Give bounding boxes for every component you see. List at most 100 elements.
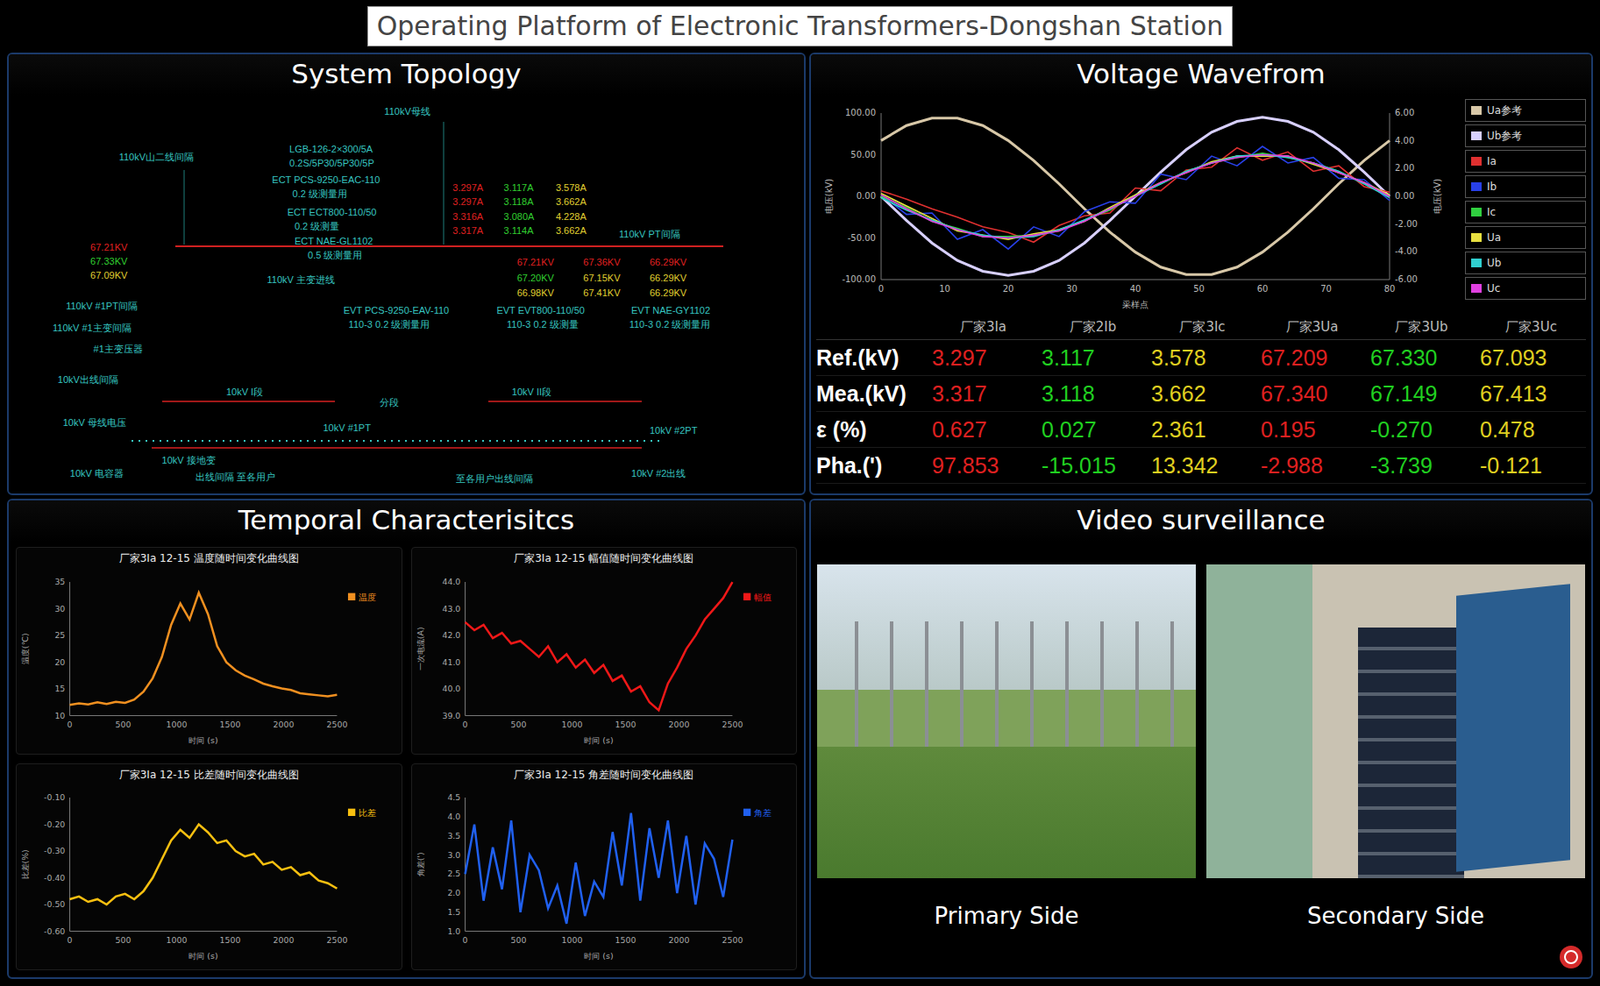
topology-label: 110-3 0.2 级测量 bbox=[506, 319, 579, 331]
axis-tick: 0 bbox=[878, 284, 884, 294]
legend-item[interactable]: Ub参考 bbox=[1464, 124, 1586, 148]
table-cell: 3.662 bbox=[1147, 376, 1258, 413]
legend-item[interactable]: Ic bbox=[1464, 200, 1586, 224]
axis-tick: 1000 bbox=[561, 935, 583, 946]
y-axis bbox=[69, 582, 71, 716]
rack bbox=[1358, 627, 1465, 879]
axis-tick: -0.20 bbox=[43, 819, 65, 830]
axis-tick: 2500 bbox=[721, 719, 743, 730]
axis-tick: 1500 bbox=[614, 935, 636, 946]
legend-label: 温度 bbox=[358, 591, 377, 603]
topology-label: 0.2 级测量 bbox=[294, 220, 340, 233]
table-cell: 97.853 bbox=[928, 448, 1039, 484]
waveform-line bbox=[881, 155, 1390, 239]
legend-item[interactable]: Ia bbox=[1464, 149, 1586, 173]
topology-label: 3.662A bbox=[555, 196, 587, 208]
video-feed[interactable]: Primary Side bbox=[817, 564, 1196, 931]
topology-label: 10kV #1PT bbox=[323, 422, 371, 434]
axis-tick: 0 bbox=[462, 719, 468, 730]
table-cell: 67.340 bbox=[1257, 376, 1367, 413]
legend-swatch bbox=[1471, 284, 1482, 293]
axis-tick: 500 bbox=[510, 719, 527, 730]
bus-line bbox=[175, 245, 724, 248]
link-line bbox=[184, 170, 185, 245]
series-line bbox=[464, 582, 733, 711]
wall bbox=[1206, 564, 1313, 879]
title-bar: Operating Platform of Electronic Transfo… bbox=[0, 0, 1600, 53]
legend-label: Ib bbox=[1486, 180, 1497, 193]
axis-tick: 42.0 bbox=[441, 630, 461, 640]
axis-tick: 10 bbox=[54, 710, 65, 720]
line-chart: 4.54.03.53.02.52.01.51.00500100015002000… bbox=[412, 783, 797, 970]
topology-label: 10kV 母线电压 bbox=[63, 417, 127, 429]
topology-label: 67.15KV bbox=[583, 272, 620, 285]
axis-tick: 500 bbox=[115, 935, 132, 946]
topology-label: 67.20KV bbox=[517, 272, 555, 285]
topology-label: 3.297A bbox=[452, 182, 484, 194]
topology-label: 0.2S/5P30/5P30/5P bbox=[289, 157, 375, 170]
legend-item[interactable]: Ub bbox=[1464, 251, 1586, 275]
table-cell: 3.118 bbox=[1038, 376, 1148, 413]
line-chart: -0.10-0.20-0.30-0.40-0.50-0.600500100015… bbox=[16, 783, 402, 970]
legend-item[interactable]: Uc bbox=[1464, 277, 1586, 300]
axis-tick: 1.5 bbox=[447, 907, 461, 918]
topology-label: 67.41KV bbox=[583, 287, 620, 299]
table-cell: -0.121 bbox=[1476, 448, 1586, 484]
axis-tick: 500 bbox=[115, 719, 132, 730]
legend-swatch bbox=[1471, 207, 1482, 217]
chart-title: 厂家3Ia 12-15 幅值随时间变化曲线图 bbox=[412, 547, 797, 569]
axis-label: 时间 (s) bbox=[583, 735, 613, 746]
topology-label: 3.118A bbox=[504, 196, 534, 208]
topology-label: 110kV山二线间隔 bbox=[119, 151, 194, 164]
row-label: Mea.(kV) bbox=[816, 376, 929, 413]
axis-tick: 100.00 bbox=[845, 107, 876, 118]
table-corner bbox=[816, 314, 929, 341]
axis-tick: 2.5 bbox=[447, 869, 461, 880]
axis-tick: -6.00 bbox=[1394, 274, 1418, 285]
column-header: 厂家2Ib bbox=[1038, 314, 1148, 341]
legend-swatch bbox=[742, 592, 750, 600]
platform-screen: Operating Platform of Electronic Transfo… bbox=[0, 0, 1600, 986]
feed-caption: Secondary Side bbox=[1307, 903, 1485, 931]
table-cell: 67.093 bbox=[1476, 340, 1586, 377]
axis-tick: 40 bbox=[1130, 284, 1142, 294]
topology-panel: System Topology110kV母线110kV山二线间隔LGB-126-… bbox=[7, 52, 806, 496]
temporal-panel: Temporal Characterisitcs厂家3Ia 12-15 温度随时… bbox=[7, 498, 806, 980]
dashboard-grid: System Topology110kV母线110kV山二线间隔LGB-126-… bbox=[0, 52, 1600, 986]
axis-tick: 3.0 bbox=[447, 850, 461, 861]
legend-item[interactable]: Ua参考 bbox=[1464, 99, 1586, 122]
axis-tick: -4.00 bbox=[1394, 247, 1418, 257]
topology-label: 分段 bbox=[379, 397, 399, 409]
video-feed[interactable]: Secondary Side bbox=[1206, 564, 1586, 931]
row-label: ε (%) bbox=[816, 412, 929, 448]
topology-label: 110kV PT间隔 bbox=[618, 228, 681, 241]
axis-label: 时间 (s) bbox=[188, 735, 218, 746]
table-cell: 3.117 bbox=[1038, 340, 1148, 377]
axis-tick: 2000 bbox=[273, 935, 295, 946]
table-cell: 13.342 bbox=[1147, 448, 1258, 484]
legend-item[interactable]: Ib bbox=[1464, 175, 1586, 199]
axis-tick: 30 bbox=[54, 604, 65, 614]
topology-label: EVT EVT800-110/50 bbox=[496, 305, 585, 317]
axis-tick: 0.00 bbox=[856, 191, 876, 201]
table-cell: -0.270 bbox=[1366, 412, 1477, 448]
axis-tick: 40.0 bbox=[441, 683, 461, 694]
axis-tick: -100.00 bbox=[841, 274, 876, 285]
legend-item[interactable]: Ua bbox=[1464, 226, 1586, 249]
series-line bbox=[464, 813, 733, 925]
y-axis bbox=[69, 797, 71, 932]
axis-tick: 1500 bbox=[220, 935, 242, 946]
video-frame[interactable] bbox=[817, 564, 1196, 879]
topology-label: 67.21KV bbox=[517, 256, 555, 269]
legend-swatch bbox=[348, 592, 356, 600]
axis-tick: -0.60 bbox=[43, 926, 65, 937]
video-frame[interactable] bbox=[1206, 564, 1586, 879]
axis-tick: 50.00 bbox=[850, 149, 876, 160]
topology-label: 110kV母线 bbox=[384, 106, 430, 118]
topology-label: ECT ECT800-110/50 bbox=[287, 206, 377, 219]
video-feeds: Primary Side Secondary Side bbox=[810, 541, 1592, 931]
topology-label: 110kV #1PT间隔 bbox=[65, 300, 138, 313]
axis-tick: 15 bbox=[54, 683, 65, 694]
column-header: 厂家3Uc bbox=[1476, 314, 1586, 341]
topology-label: 67.09KV bbox=[90, 270, 128, 282]
